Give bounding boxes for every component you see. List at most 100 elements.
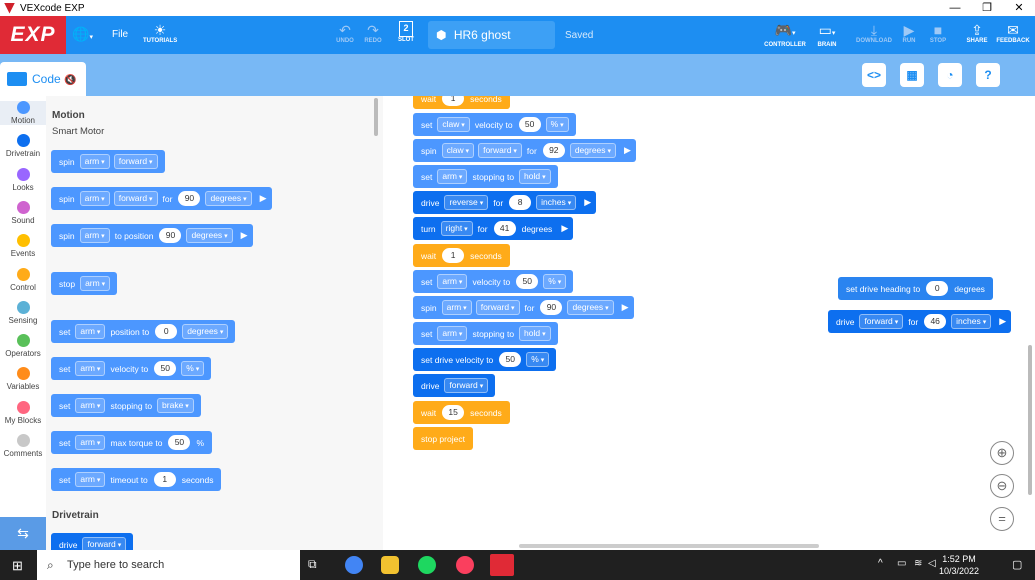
spin-block[interactable]: spinarmforward [51,150,165,173]
motor-dropdown[interactable]: arm [79,154,110,169]
category-toggle-button[interactable]: ⇆ [0,517,46,550]
drive-block[interactable]: drive forward [51,533,134,550]
block-dropdown[interactable]: % [545,117,569,132]
set-stopping-block[interactable]: setarm stopping to hold [413,165,558,188]
block-dropdown[interactable]: claw [437,117,470,132]
block-number-input[interactable]: 1 [153,472,176,487]
category-comments[interactable]: Comments [0,434,46,458]
taskbar-search[interactable]: ⌕ Type here to search [37,550,300,580]
block-dropdown[interactable]: arm [79,191,110,206]
set-velocity-block[interactable]: setarm velocity to 50% [413,270,574,293]
wifi-icon[interactable]: ≋ [914,558,922,569]
block-dropdown[interactable]: hold [519,169,551,184]
tutorials-button[interactable]: ☀ TUTORIALS [143,22,177,44]
spin-for-block[interactable]: spinarmforward for 90 degrees ▶ [51,187,272,210]
run-button[interactable]: ▶ RUN [899,22,919,44]
block-number-input[interactable]: 0 [926,281,949,296]
set-timeout-block[interactable]: setarm timeout to 1 seconds [51,468,222,491]
music-app-icon[interactable] [456,556,474,574]
taskbar-clock[interactable]: 1:52 PM 10/3/2022 [939,553,979,577]
drive-for-block[interactable]: drive reverse for 8 inches ▶ [413,191,597,214]
redo-button[interactable]: ↷ REDO [361,22,385,44]
block-number-input[interactable]: 0 [155,324,178,339]
set-drive-heading-block[interactable]: set drive heading to 0 degrees [838,277,993,300]
category-control[interactable]: Control [0,267,46,292]
file-explorer-icon[interactable] [381,556,399,574]
block-dropdown[interactable]: inches [951,314,992,329]
wait-block[interactable]: wait 1 seconds [413,96,510,109]
block-dropdown[interactable]: degrees [182,324,229,339]
block-dropdown[interactable]: degrees [186,228,233,243]
block-dropdown[interactable]: arm [80,276,111,291]
spin-for-block[interactable]: spinarmforward for 90 degrees ▶ [413,296,634,319]
set-velocity-block[interactable]: setclaw velocity to 50% [413,113,576,136]
category-looks[interactable]: Looks [0,167,46,192]
workspace-vertical-scrollbar[interactable] [1028,345,1032,495]
wait-block[interactable]: wait 1 seconds [413,244,510,267]
spotify-icon[interactable] [418,556,436,574]
workspace-horizontal-scrollbar[interactable] [519,544,819,548]
block-number-input[interactable]: 90 [178,191,201,206]
block-dropdown[interactable]: arm [437,169,468,184]
download-button[interactable]: ⤓ DOWNLOAD [855,22,893,44]
undo-button[interactable]: ↶ UNDO [333,22,357,44]
feedback-button[interactable]: ✉ FEEDBACK [995,22,1031,44]
category-sensing[interactable]: Sensing [0,300,46,325]
task-view-icon[interactable]: ⧉ [308,557,317,572]
volume-icon[interactable]: ◁ [928,558,936,569]
block-number-input[interactable]: 90 [159,228,182,243]
battery-icon[interactable]: ▭ [897,558,906,569]
category-drivetrain[interactable]: Drivetrain [0,134,46,158]
block-dropdown[interactable]: forward [478,143,522,158]
spin-to-position-block[interactable]: spinarm to position 90 degrees ▶ [51,224,253,247]
category-my-blocks[interactable]: My Blocks [0,400,46,425]
code-tab[interactable]: Code 🔇 [0,62,86,96]
block-dropdown[interactable]: forward [113,191,158,206]
stop-motor-block[interactable]: stop arm [51,272,118,295]
brain-button[interactable]: ▭▾ BRAIN [810,22,844,48]
block-dropdown[interactable]: arm [437,274,468,289]
tray-chevron-icon[interactable]: ^ [878,558,883,569]
drive-for-block[interactable]: drive forward for 46 inches ▶ [828,310,1012,333]
block-number-input[interactable]: 1 [442,248,465,263]
block-dropdown[interactable]: arm [75,361,106,376]
set-stopping-block[interactable]: setarm stopping to brake [51,394,201,417]
set-position-block[interactable]: setarm position to 0 degrees [51,320,236,343]
block-dropdown[interactable]: forward [82,537,127,550]
wait-block[interactable]: wait 15 seconds [413,401,510,424]
block-dropdown[interactable]: right [440,221,473,236]
stop-project-block[interactable]: stop project [413,427,473,450]
block-number-input[interactable]: 15 [442,405,465,420]
category-sound[interactable]: Sound [0,200,46,225]
chrome-icon[interactable] [345,556,363,574]
block-number-input[interactable]: 50 [518,117,541,132]
block-number-input[interactable]: 8 [509,195,532,210]
block-dropdown[interactable]: arm [75,435,106,450]
set-drive-velocity-block[interactable]: set drive velocity to 50% [413,348,557,371]
block-dropdown[interactable]: brake [157,398,194,413]
block-dropdown[interactable]: % [181,361,205,376]
category-operators[interactable]: Operators [0,334,46,358]
code-workspace[interactable]: wait1seconds setclawvelocity to50% spinc… [383,96,1035,550]
close-button[interactable]: ✕ [1003,0,1035,16]
palette-scrollbar[interactable] [374,98,378,136]
block-number-input[interactable]: 50 [154,361,177,376]
block-dropdown[interactable]: forward [859,314,904,329]
controller-button[interactable]: 🎮▾ CONTROLLER [764,22,806,48]
block-dropdown[interactable]: degrees [569,143,616,158]
direction-dropdown[interactable]: forward [113,154,158,169]
spin-for-block[interactable]: spin clawforward for 92 degrees ▶ [413,139,636,162]
zoom-in-button[interactable]: ⊕ [990,441,1014,465]
minimize-button[interactable]: — [939,0,971,16]
block-dropdown[interactable]: arm [441,300,472,315]
windows-start-icon[interactable]: ⊞ [12,558,23,574]
block-number-input[interactable]: 50 [499,352,522,367]
set-max-torque-block[interactable]: setarm max torque to 50% [51,431,212,454]
speaker-muted-icon[interactable]: 🔇 [64,75,76,86]
block-dropdown[interactable]: degrees [567,300,614,315]
zoom-out-button[interactable]: ⊖ [990,474,1014,498]
block-number-input[interactable]: 92 [542,143,565,158]
block-dropdown[interactable]: forward [475,300,520,315]
block-number-input[interactable]: 90 [540,300,563,315]
set-stopping-block[interactable]: setarm stopping to hold [413,322,558,345]
